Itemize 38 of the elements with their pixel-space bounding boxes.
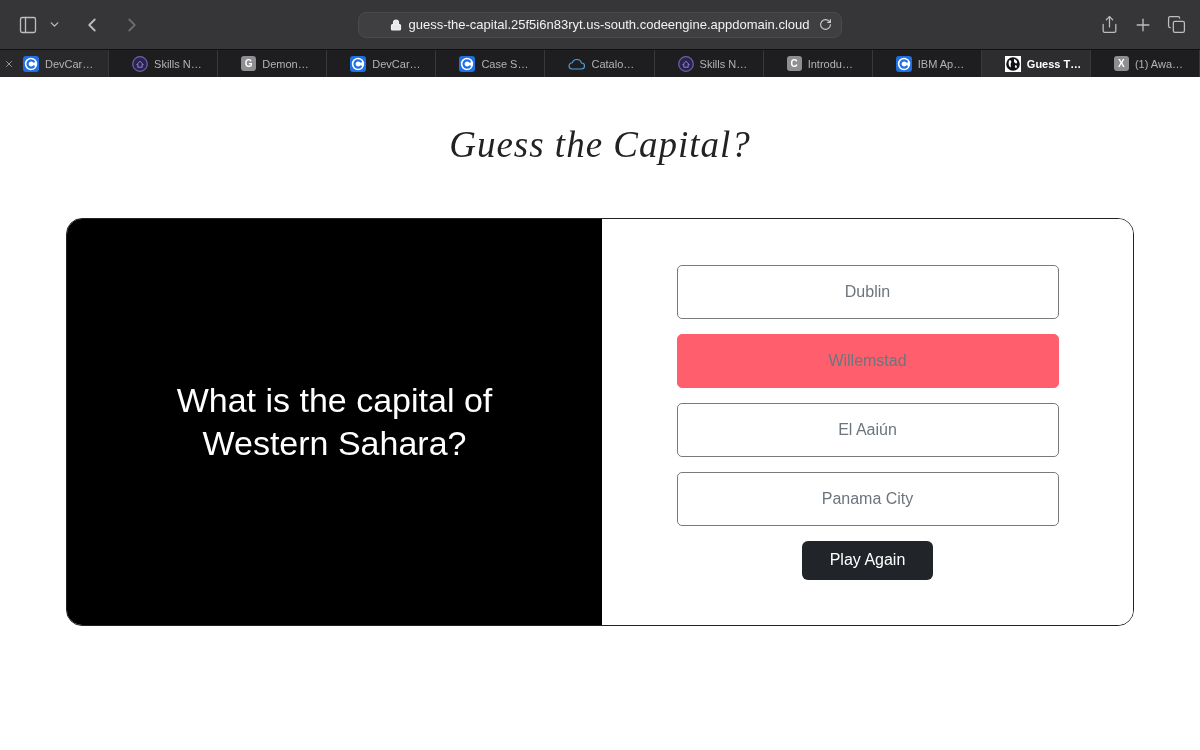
letter-favicon-icon: X [1113, 56, 1129, 71]
tab-title: (1) Awa… [1134, 57, 1184, 70]
c-logo-icon [895, 55, 912, 72]
letter-favicon-icon: G [241, 56, 257, 71]
answer-option[interactable]: El Aaiún [676, 402, 1059, 457]
tab-title: DevCar… [372, 57, 421, 70]
tab-title: Guess T… [1026, 57, 1082, 70]
ring-logo-icon [132, 55, 149, 72]
browser-tab[interactable]: Guess T… [981, 50, 1091, 77]
tab-title: Catalo… [591, 57, 635, 70]
tab-title: Case S… [481, 57, 529, 70]
c-logo-icon [459, 55, 476, 72]
c-logo-icon [350, 55, 367, 72]
globe-icon [1004, 55, 1021, 72]
sidebar-icon[interactable] [18, 14, 38, 35]
c-logo-icon [23, 55, 39, 72]
answer-option[interactable]: Panama City [676, 471, 1059, 526]
letter-favicon-icon: C [786, 56, 802, 71]
tab-title: Introdu… [807, 57, 853, 70]
cloud-icon [568, 57, 586, 70]
answer-option[interactable]: Dublin [676, 264, 1059, 319]
tab-title: Demon… [262, 57, 309, 70]
share-icon[interactable] [1100, 15, 1119, 34]
reload-icon[interactable] [819, 17, 832, 31]
play-again-button[interactable]: Play Again [801, 540, 934, 580]
ring-logo-icon [677, 55, 694, 72]
tab-title: Skills N… [154, 57, 202, 70]
question-text: What is the capital of Western Sahara? [175, 380, 494, 464]
tab-title: DevCar… [45, 57, 94, 70]
browser-tab[interactable]: DevCar… [0, 50, 110, 77]
page-title: Guess the Capital? [449, 123, 751, 167]
close-icon[interactable] [4, 59, 14, 69]
lock-icon [390, 18, 403, 31]
tab-title: IBM Ap… [917, 57, 965, 70]
tab-overview-icon[interactable] [1167, 15, 1186, 34]
address-field[interactable]: guess-the-capital.25f5i6n83ryt.us-south.codeengine.appdomain.cloud [358, 11, 842, 38]
url-text: guess-the-capital.25f5i6n83ryt.us-south.codeengine.appdomain.cloud [408, 17, 810, 32]
tab-title: Skills N… [699, 57, 748, 70]
